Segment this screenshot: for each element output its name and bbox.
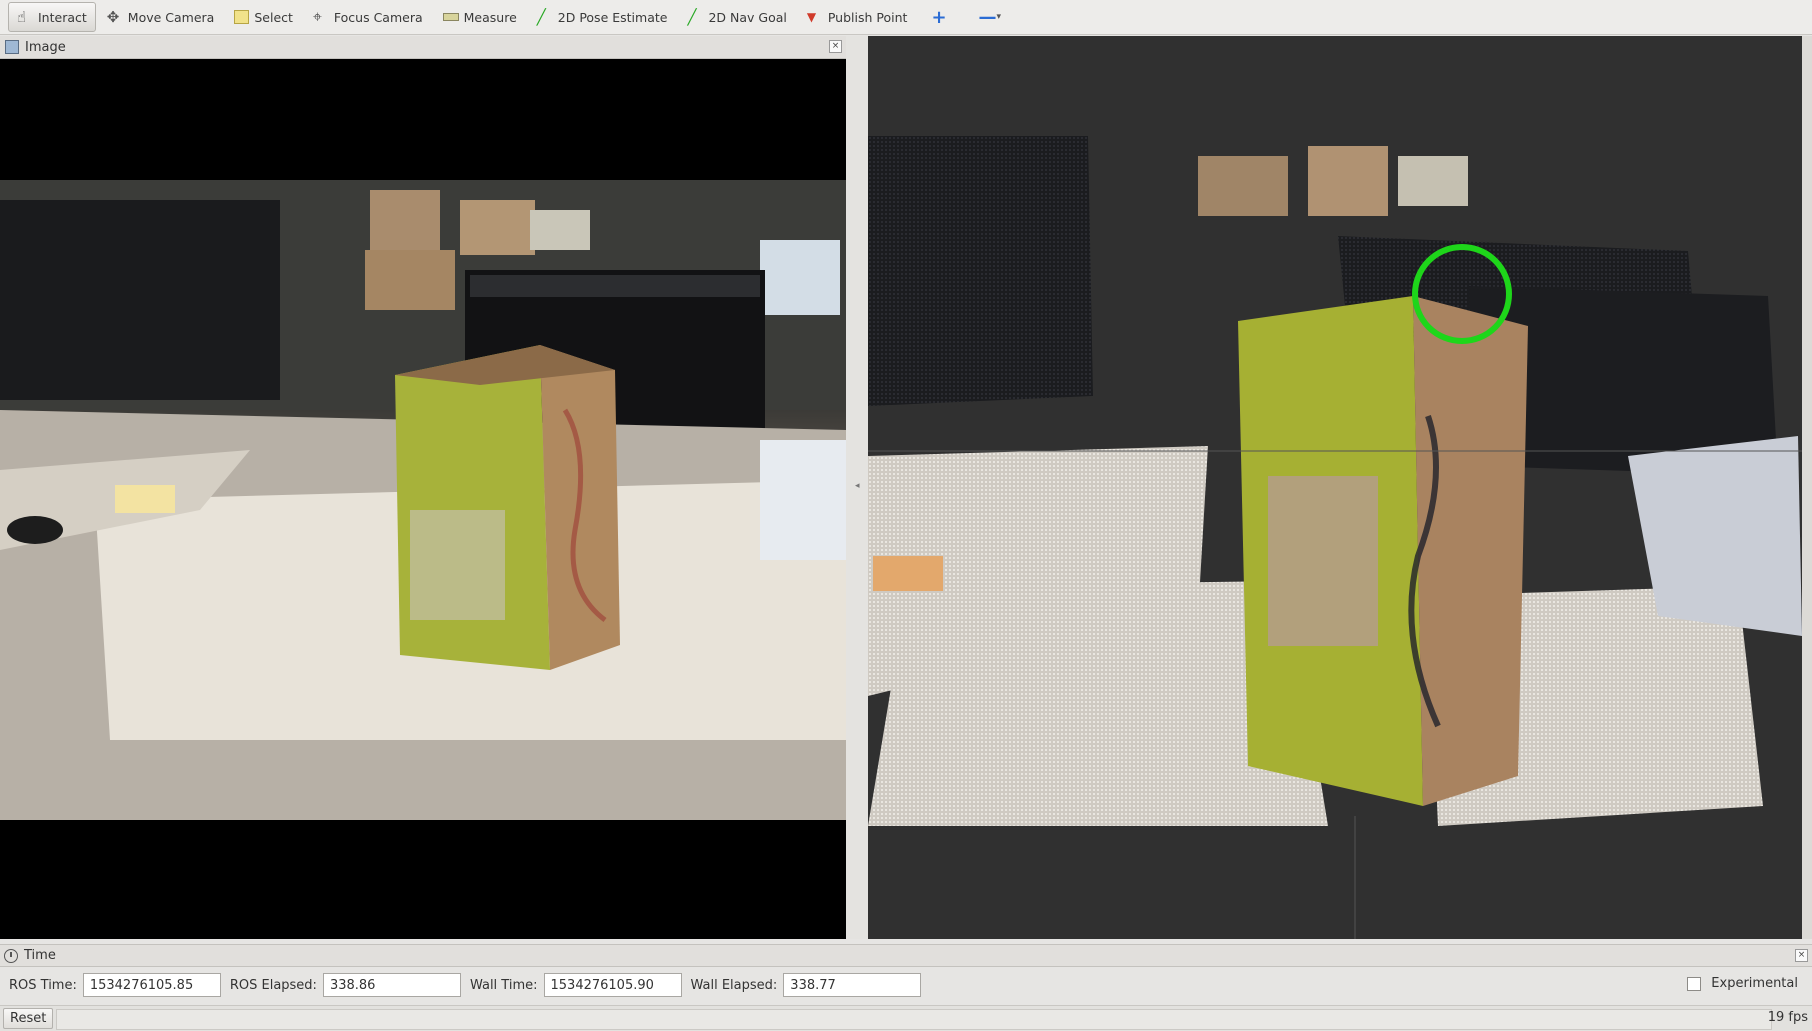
experimental-label: Experimental [1711,976,1798,991]
2d-pose-estimate-label: 2D Pose Estimate [557,9,668,25]
measure-label: Measure [463,9,517,25]
publish-point-tool-button[interactable]: Publish Point [798,2,917,32]
2d-nav-goal-label: 2D Nav Goal [708,9,787,25]
plus-icon: + [931,6,947,28]
move-camera-icon [107,9,123,25]
wall-time-label: Wall Time: [469,977,538,993]
move-camera-label: Move Camera [127,9,215,25]
3d-point-cloud-view[interactable] [868,36,1802,939]
select-label: Select [254,9,293,25]
remove-tool-button[interactable]: — ▾ [962,2,1007,32]
reset-button[interactable]: Reset [3,1008,54,1029]
image-panel: Image × [0,36,846,939]
map-pin-icon [807,9,823,25]
close-icon[interactable]: × [829,40,842,53]
point-cloud-drawing [868,136,1802,939]
wall-elapsed-field[interactable] [783,973,922,997]
toolbar: Interact Move Camera Select Focus Camera… [0,0,1812,35]
minus-icon: — [978,6,997,28]
measure-tool-button[interactable]: Measure [434,2,526,32]
image-panel-title: Image [25,39,66,55]
time-panel-title: Time [24,948,56,963]
2d-pose-estimate-tool-button[interactable]: 2D Pose Estimate [528,2,677,32]
close-icon[interactable]: × [1795,949,1808,962]
measure-icon [442,13,459,21]
chevron-down-icon[interactable]: ▾ [997,12,1002,22]
ros-elapsed-field[interactable] [322,973,461,997]
focus-camera-icon [313,9,329,25]
time-panel-header: Time × [0,944,1812,967]
camera-image-drawing [0,180,846,820]
image-panel-header: Image × [0,36,846,59]
camera-image [0,180,846,820]
fps-readout: 19 fps [1767,1010,1808,1025]
experimental-toggle[interactable]: Experimental [1687,976,1798,991]
clock-icon [4,948,18,963]
select-tool-button[interactable]: Select [225,2,302,32]
green-arrow-icon [687,9,703,25]
view-scrollbar[interactable] [1802,36,1812,939]
focus-camera-tool-button[interactable]: Focus Camera [304,2,432,32]
publish-point-label: Publish Point [827,9,908,25]
interact-label: Interact [38,9,87,25]
ros-elapsed-label: ROS Elapsed: [229,977,317,993]
select-icon [234,10,250,24]
focus-camera-label: Focus Camera [333,9,423,25]
ros-time-field[interactable] [82,973,221,997]
panel-splitter[interactable]: ◂ [846,36,868,939]
time-fields-row: ROS Time: ROS Elapsed: Wall Time: Wall E… [0,970,1812,1000]
green-arrow-icon [537,9,553,25]
status-message-area [56,1009,1772,1030]
2d-nav-goal-tool-button[interactable]: 2D Nav Goal [678,2,795,32]
add-tool-button[interactable]: + [918,2,959,32]
interact-tool-button[interactable]: Interact [8,2,96,32]
image-icon [5,40,19,54]
ros-time-label: ROS Time: [9,977,77,993]
wall-time-field[interactable] [543,973,682,997]
splitter-grip-icon: ◂ [855,481,860,491]
wall-elapsed-label: Wall Elapsed: [690,977,778,993]
experimental-checkbox[interactable] [1687,976,1702,991]
move-camera-tool-button[interactable]: Move Camera [98,2,224,32]
status-bar: Reset 19 fps [0,1005,1812,1031]
hand-icon [17,9,33,25]
